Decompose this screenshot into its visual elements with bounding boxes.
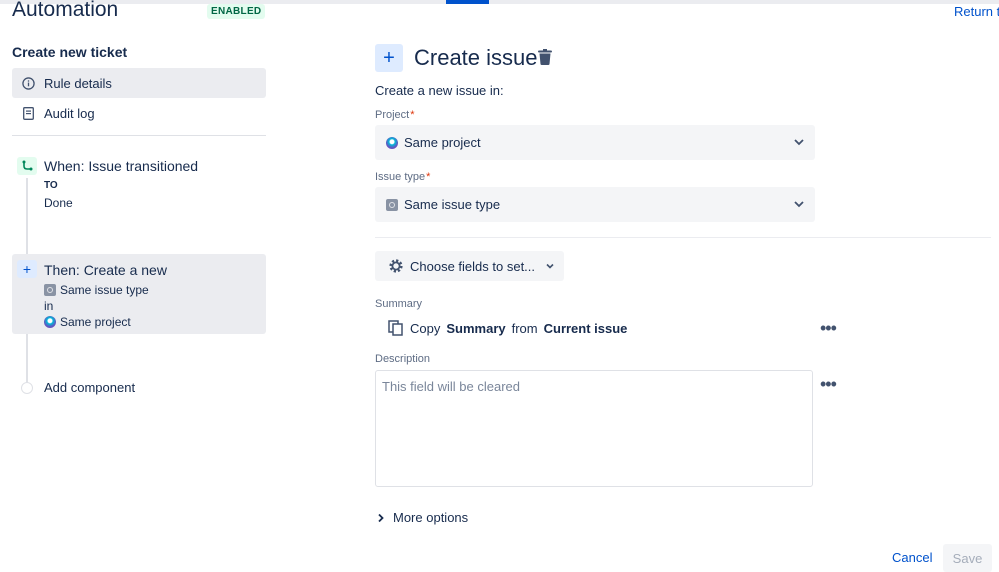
add-component-link[interactable]: Add component xyxy=(44,380,135,395)
project-select-value: Same project xyxy=(404,135,481,150)
action-issue-type: Same issue type xyxy=(44,283,149,297)
required-mark: * xyxy=(410,109,415,121)
more-options-toggle[interactable]: More options xyxy=(377,510,468,525)
nav-item-label: Rule details xyxy=(44,75,112,91)
status-badge: ENABLED xyxy=(207,4,266,19)
summary-label: Summary xyxy=(375,298,423,310)
issue-type-icon xyxy=(44,284,56,296)
more-options-label: More options xyxy=(393,510,469,525)
issue-type-select-value: Same issue type xyxy=(404,197,501,212)
info-icon xyxy=(12,76,44,90)
branch-icon xyxy=(17,157,37,175)
description-label: Description xyxy=(375,353,431,365)
chevron-down-icon xyxy=(794,201,804,208)
rule-name: Create new ticket xyxy=(12,44,128,60)
project-label-text: Project xyxy=(375,109,410,121)
page-title: Create issue xyxy=(414,45,538,70)
summary-copy-value[interactable]: Copy Summary from Current issue xyxy=(388,320,627,336)
sidebar-divider xyxy=(12,135,266,136)
copy-middle: from xyxy=(511,320,538,336)
summary-more-icon[interactable]: ••• xyxy=(820,319,837,337)
app-title: Automation xyxy=(12,0,119,21)
action-project-label: Same project xyxy=(60,315,131,329)
trigger-to-value: Done xyxy=(44,196,73,210)
cancel-button[interactable]: Cancel xyxy=(892,550,932,565)
chevron-down-icon xyxy=(545,261,555,271)
project-select[interactable]: Same project xyxy=(375,125,815,160)
trash-icon[interactable] xyxy=(538,49,552,65)
required-mark: * xyxy=(426,171,431,183)
trigger-title[interactable]: When: Issue transitioned xyxy=(44,158,198,174)
action-in-label: in xyxy=(44,299,54,313)
add-component-dot xyxy=(21,382,33,394)
issue-type-label: Issue type* xyxy=(375,171,430,183)
top-border xyxy=(0,0,999,4)
choose-fields-button[interactable]: Choose fields to set... xyxy=(375,251,564,281)
gear-icon xyxy=(387,257,405,275)
project-avatar-icon xyxy=(44,316,56,328)
nav-item-label: Audit log xyxy=(44,105,95,121)
action-issue-type-label: Same issue type xyxy=(60,283,149,297)
project-label: Project* xyxy=(375,109,415,121)
active-tab-indicator xyxy=(446,0,489,4)
trigger-to-label: TO xyxy=(44,180,58,191)
save-button[interactable]: Save xyxy=(943,544,992,572)
copy-prefix: Copy xyxy=(410,320,441,336)
document-icon xyxy=(12,106,44,120)
plus-icon: + xyxy=(17,260,37,278)
chevron-right-icon xyxy=(378,513,384,522)
choose-fields-label: Choose fields to set... xyxy=(410,258,536,274)
section-divider xyxy=(375,237,991,238)
action-title: Then: Create a new xyxy=(44,262,167,278)
chevron-down-icon xyxy=(794,139,804,146)
copy-field: Summary xyxy=(446,320,506,336)
project-avatar-icon xyxy=(386,136,398,149)
issue-type-label-text: Issue type xyxy=(375,171,426,183)
issue-type-icon xyxy=(386,198,398,211)
copy-icon xyxy=(388,320,403,336)
return-link[interactable]: Return t xyxy=(954,4,999,19)
description-more-icon[interactable]: ••• xyxy=(820,375,837,393)
nav-audit-log[interactable]: Audit log xyxy=(12,98,266,128)
description-field[interactable] xyxy=(375,370,813,487)
action-project: Same project xyxy=(44,315,131,329)
create-in-label: Create a new issue in: xyxy=(375,83,504,98)
issue-type-select[interactable]: Same issue type xyxy=(375,187,815,222)
add-icon: + xyxy=(375,44,403,72)
nav-rule-details[interactable]: Rule details xyxy=(12,68,266,98)
copy-source: Current issue xyxy=(543,320,628,336)
